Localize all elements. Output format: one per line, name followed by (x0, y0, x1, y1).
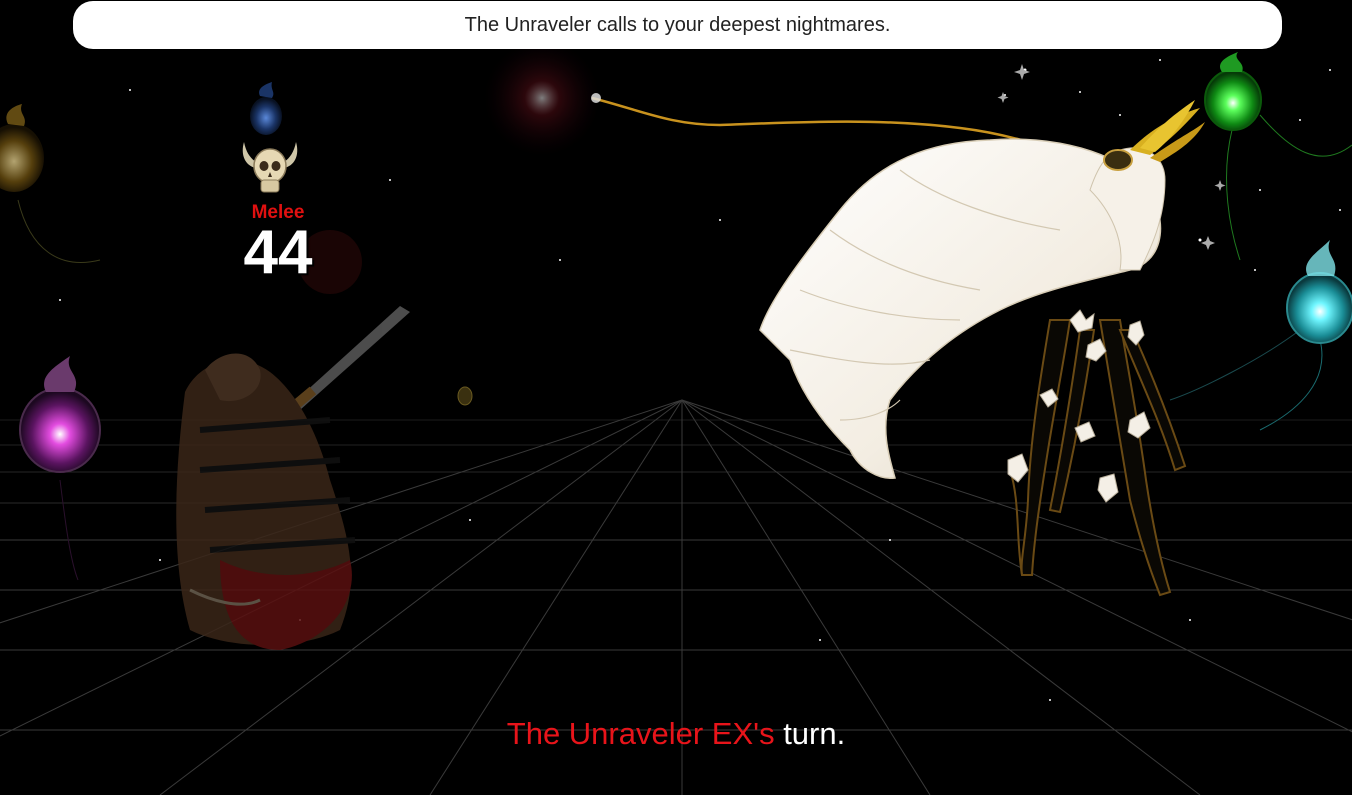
turn-actor-name: The Unraveler EX's (506, 716, 775, 751)
haze-orb (484, 40, 600, 156)
turn-suffix: turn. (774, 716, 846, 751)
enemy-unraveler (759, 100, 1205, 597)
battle-scene (0, 40, 1352, 795)
battle-message-banner: The Unraveler calls to your deepest nigh… (73, 1, 1282, 49)
potion-orb-gold (0, 104, 44, 192)
skull-horned-icon (242, 142, 298, 193)
potion-orb-green (1204, 52, 1262, 131)
turn-indicator: The Unraveler EX's turn. (0, 716, 1352, 752)
potion-orb-magenta (19, 356, 101, 473)
potion-orb-cyan (1286, 240, 1352, 344)
potion-orb-blue (250, 82, 282, 135)
damage-value: 44 (243, 218, 313, 287)
player-character (176, 306, 410, 650)
battle-message-text: The Unraveler calls to your deepest nigh… (464, 13, 891, 36)
damage-popup: Melee 44 (236, 202, 320, 287)
